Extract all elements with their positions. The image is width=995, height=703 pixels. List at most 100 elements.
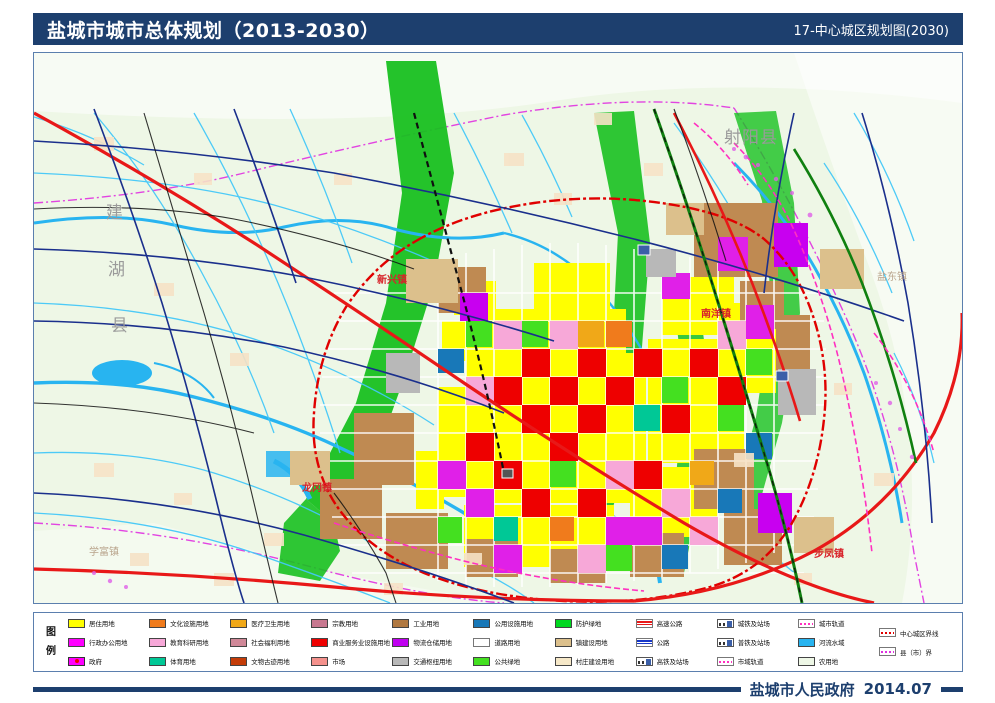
legend-item[interactable]: 政府 — [68, 653, 149, 670]
legend-swatch — [716, 656, 734, 666]
legend-item[interactable]: 村庄建设用地 — [554, 653, 636, 670]
legend-title-char-2: 例 — [46, 646, 56, 657]
legend-item[interactable]: 中心城区界线 — [878, 624, 960, 641]
legend-column: 公用设施用地 道路用地公共绿地 — [473, 615, 554, 670]
legend-item[interactable]: 交通枢纽用地 — [392, 653, 473, 670]
legend-column: 医疗卫生用地社会福利用地文物古迹用地 — [230, 615, 311, 670]
legend-item[interactable]: 公路 — [635, 634, 717, 651]
legend-label: 宗教用地 — [332, 620, 358, 628]
legend-item[interactable]: 普铁及站场 — [716, 634, 798, 651]
legend-label: 体育用地 — [170, 658, 196, 666]
legend-label: 镇建设用地 — [575, 639, 608, 647]
legend-swatch — [149, 656, 167, 666]
legend-swatch — [68, 618, 85, 628]
legend-label: 中心城区界线 — [899, 629, 939, 638]
map-canvas[interactable] — [34, 53, 962, 603]
legend-label: 高速公路 — [656, 620, 683, 628]
legend-item[interactable]: 市场 — [311, 653, 392, 670]
legend-item[interactable]: 商业服务业设施用地 — [311, 634, 392, 651]
legend-label: 市域轨道 — [737, 658, 764, 666]
legend-swatch — [554, 637, 572, 647]
map-header: 盐城市城市总体规划（2013-2030） 17-中心城区规划图(2030) — [33, 13, 963, 45]
legend-swatch — [68, 637, 85, 647]
legend-item[interactable]: 文物古迹用地 — [230, 653, 311, 670]
legend-item[interactable]: 公共绿地 — [473, 653, 554, 670]
legend-column: 防护绿地镇建设用地村庄建设用地 — [554, 615, 636, 670]
legend-item[interactable]: 社会福利用地 — [230, 634, 311, 651]
legend-label: 行政办公用地 — [89, 639, 128, 647]
legend-swatch — [230, 637, 248, 647]
legend-item[interactable]: 宗教用地 — [311, 615, 392, 632]
legend-label: 居住用地 — [89, 620, 115, 628]
legend-item[interactable]: 道路用地 — [473, 634, 554, 651]
legend-swatch — [716, 637, 734, 647]
legend-item[interactable]: 城市轨道 — [797, 615, 879, 632]
legend-label: 文物古迹用地 — [251, 658, 290, 666]
legend-columns: 居住用地 行政办公用地 政府 文化设施用地 教育科研用地 体育用地 医疗卫生用地 社会福利用地… — [68, 615, 962, 670]
legend-swatch — [716, 618, 734, 628]
legend: 图 例 居住用地 行政办公用地 政府 文化设施用地 教育科研用地 体育用地 医疗卫生用地 社会… — [33, 612, 963, 672]
legend-item[interactable]: 体育用地 — [149, 653, 230, 670]
legend-item[interactable]: 物流仓储用地 — [392, 634, 473, 651]
legend-swatch — [635, 656, 653, 666]
legend-item[interactable]: 行政办公用地 — [68, 634, 149, 651]
legend-label: 县（市）界 — [899, 648, 932, 657]
legend-label: 医疗卫生用地 — [251, 620, 290, 628]
legend-item[interactable]: 防护绿地 — [554, 615, 636, 632]
legend-item[interactable]: 县（市）界 — [878, 643, 960, 660]
legend-item[interactable]: 高速公路 — [635, 615, 717, 632]
legend-swatch — [473, 656, 491, 666]
legend-label: 农用地 — [818, 658, 839, 666]
map-footer: 盐城市人民政府 2014.07 — [33, 678, 963, 700]
legend-column: 居住用地行政办公用地政府 — [68, 615, 149, 670]
publication-date: 2014.07 — [863, 680, 932, 698]
legend-swatch — [311, 618, 329, 628]
legend-label: 道路用地 — [494, 639, 521, 647]
page-title: 盐城市城市总体规划（2013-2030） — [47, 19, 380, 42]
legend-label: 文化设施用地 — [170, 620, 209, 628]
legend-label: 城铁及站场 — [737, 620, 770, 628]
issuing-authority: 盐城市人民政府 — [749, 680, 855, 699]
legend-item[interactable]: 居住用地 — [68, 615, 149, 632]
legend-swatch — [392, 637, 410, 647]
legend-swatch — [230, 618, 248, 628]
legend-title-char-1: 图 — [46, 627, 56, 638]
legend-title: 图 例 — [34, 623, 68, 661]
legend-item[interactable]: 医疗卫生用地 — [230, 615, 311, 632]
legend-item[interactable]: 工业用地 — [392, 615, 473, 632]
legend-swatch — [554, 618, 572, 628]
legend-swatch — [311, 637, 329, 647]
legend-item[interactable]: 文化设施用地 — [149, 615, 230, 632]
legend-column: 高速公路公路高铁及站场 — [635, 615, 717, 670]
legend-item[interactable]: 城铁及站场 — [716, 615, 798, 632]
legend-swatch — [149, 618, 167, 628]
legend-item[interactable]: 高铁及站场 — [635, 653, 717, 670]
legend-column: 文化设施用地 教育科研用地 体育用地 — [149, 615, 230, 670]
map-sheet-label: 17-中心城区规划图(2030) — [793, 23, 949, 39]
legend-swatch — [878, 647, 896, 656]
legend-item[interactable]: 市域轨道 — [716, 653, 798, 670]
legend-item[interactable]: 镇建设用地 — [554, 634, 636, 651]
legend-label: 公用设施用地 — [494, 620, 533, 628]
planning-map-page: 盐城市城市总体规划（2013-2030） 17-中心城区规划图(2030) 射阳… — [0, 0, 995, 703]
legend-column: 宗教用地商业服务业设施用地 市场 — [311, 615, 392, 670]
legend-swatch — [635, 637, 653, 647]
legend-item[interactable]: 农用地 — [797, 653, 879, 670]
legend-item[interactable]: 公用设施用地 — [473, 615, 554, 632]
map-frame[interactable]: 射阳县 建 湖 县 大 丰 市 学富镇 秦南镇 郭猛镇 便仓镇 盐东镇 新兴镇 … — [33, 52, 963, 604]
legend-label: 教育科研用地 — [170, 639, 209, 647]
legend-swatch — [149, 637, 167, 647]
legend-label: 村庄建设用地 — [575, 658, 615, 666]
legend-label: 普铁及站场 — [737, 639, 770, 647]
legend-label: 公共绿地 — [494, 658, 521, 666]
legend-item[interactable]: 教育科研用地 — [149, 634, 230, 651]
legend-column: 中心城区界线 县（市）界 — [878, 615, 960, 670]
footer-rule-right — [941, 686, 963, 692]
legend-label: 交通枢纽用地 — [413, 658, 452, 666]
legend-swatch — [392, 618, 410, 628]
legend-swatch — [797, 618, 815, 628]
legend-label: 物流仓储用地 — [413, 639, 452, 647]
legend-swatch — [635, 618, 653, 628]
legend-item[interactable]: 河流水域 — [797, 634, 879, 651]
legend-label: 工业用地 — [413, 620, 439, 628]
